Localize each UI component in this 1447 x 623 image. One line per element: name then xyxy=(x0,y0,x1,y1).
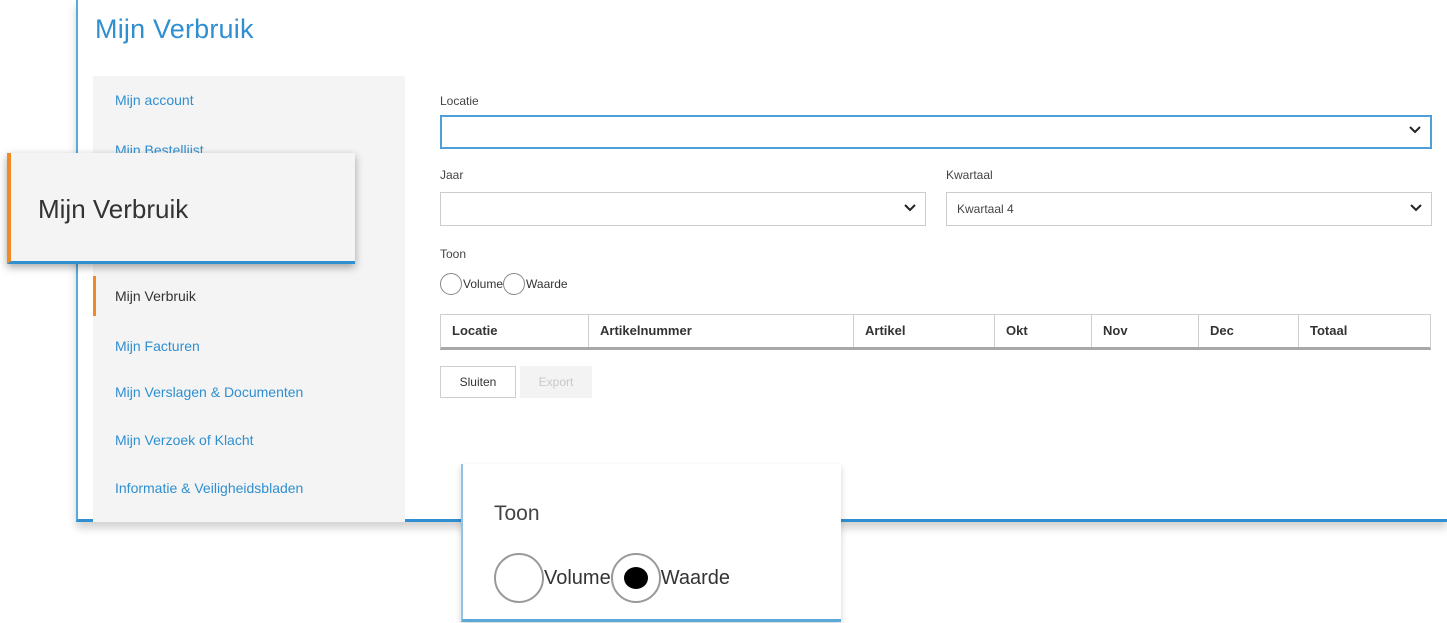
chevron-down-icon xyxy=(1410,204,1422,212)
column-header-artikel[interactable]: Artikel xyxy=(854,315,995,347)
radio-volume[interactable] xyxy=(440,273,462,295)
kwartaal-label: Kwartaal xyxy=(946,168,993,182)
sidebar-item-consumption[interactable]: Mijn Verbruik xyxy=(93,276,405,316)
jaar-label: Jaar xyxy=(440,168,464,182)
zoom-radio-volume[interactable] xyxy=(494,553,544,603)
sidebar-item-account[interactable]: Mijn account xyxy=(93,80,405,120)
column-header-locatie[interactable]: Locatie xyxy=(441,315,589,347)
locatie-label: Locatie xyxy=(440,94,479,108)
sidebar: Mijn account Mijn Bestellijst Mijn Verbr… xyxy=(93,76,405,522)
chevron-down-icon xyxy=(1409,126,1421,134)
zoom-radio-group: Volume Waarde xyxy=(494,553,730,603)
radio-waarde-label[interactable]: Waarde xyxy=(526,277,568,291)
chevron-down-icon xyxy=(904,204,916,212)
column-header-artikelnummer[interactable]: Artikelnummer xyxy=(589,315,854,347)
column-header-totaal[interactable]: Totaal xyxy=(1299,315,1430,347)
toon-radio-group: Volume Waarde xyxy=(440,272,568,296)
zoom-toon-label: Toon xyxy=(494,502,540,525)
jaar-select[interactable] xyxy=(440,192,926,226)
column-header-dec[interactable]: Dec xyxy=(1199,315,1299,347)
kwartaal-value: Kwartaal 4 xyxy=(957,202,1014,216)
consumption-table-header: Locatie Artikelnummer Artikel Okt Nov De… xyxy=(440,314,1431,350)
column-header-nov[interactable]: Nov xyxy=(1092,315,1199,347)
sidebar-item-request-complaint[interactable]: Mijn Verzoek of Klacht xyxy=(93,420,405,460)
kwartaal-select[interactable]: Kwartaal 4 xyxy=(946,192,1432,226)
column-header-okt[interactable]: Okt xyxy=(995,315,1092,347)
close-button[interactable]: Sluiten xyxy=(440,366,516,398)
zoom-nav-label: Mijn Verbruik xyxy=(38,194,189,224)
page-title: Mijn Verbruik xyxy=(95,14,254,44)
toon-label: Toon xyxy=(440,247,467,261)
export-button[interactable]: Export xyxy=(520,366,592,398)
sidebar-item-reports-documents[interactable]: Mijn Verslagen & Documenten xyxy=(93,372,405,412)
radio-volume-label[interactable]: Volume xyxy=(463,277,503,291)
consumption-form: Locatie Jaar Kwartaal Kwartaal 4 Toon Vo… xyxy=(440,0,1440,520)
zoom-callout-active-nav: Mijn Verbruik xyxy=(7,153,355,264)
sidebar-item-invoices[interactable]: Mijn Facturen xyxy=(93,326,405,366)
zoom-callout-toon: Toon Volume Waarde xyxy=(461,464,841,622)
zoom-radio-waarde-checked[interactable] xyxy=(610,553,661,603)
locatie-select[interactable] xyxy=(440,115,1432,149)
sidebar-item-info-safety-sheets[interactable]: Informatie & Veiligheidsbladen xyxy=(93,468,405,508)
radio-waarde[interactable] xyxy=(503,273,526,295)
zoom-radio-volume-label[interactable]: Volume xyxy=(544,567,611,590)
zoom-radio-waarde-label[interactable]: Waarde xyxy=(661,567,730,590)
